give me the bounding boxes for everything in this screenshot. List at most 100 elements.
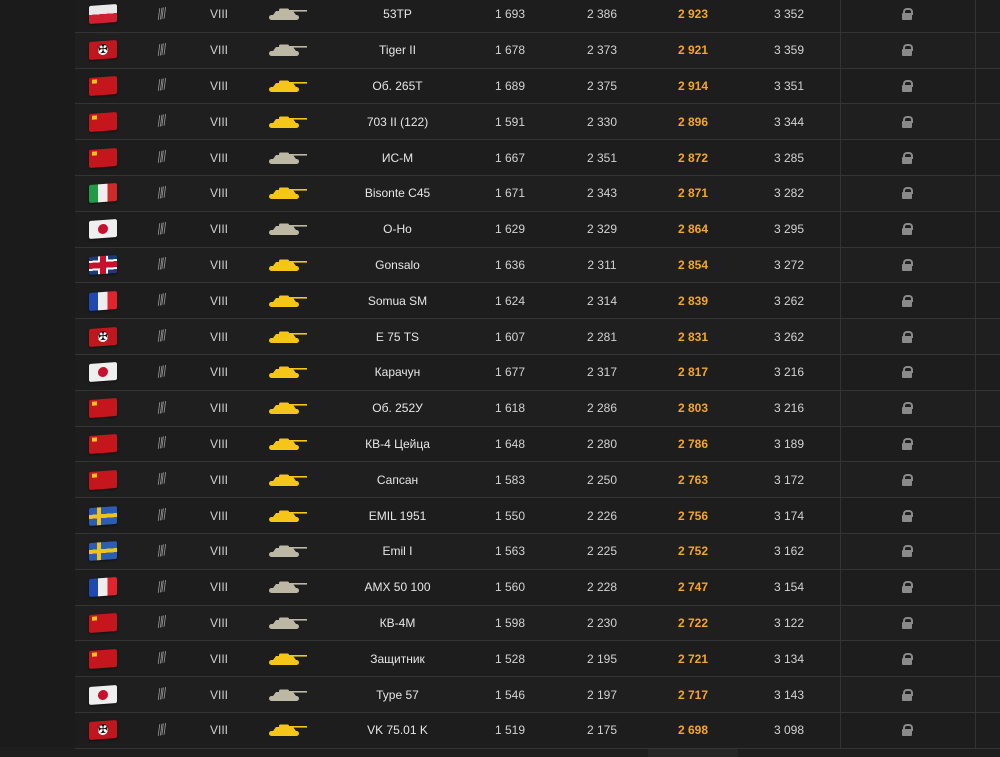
tank-silhouette-icon xyxy=(263,176,313,211)
lock-icon[interactable] xyxy=(902,437,913,450)
table-row[interactable]: ⫽⫽ VIII 703 II (122) 1 591 2 330 2 896 3 344 xyxy=(75,104,1000,141)
lock-cell[interactable] xyxy=(890,427,924,462)
lock-cell[interactable] xyxy=(890,104,924,139)
table-row[interactable]: ⫽⫽ VIII КВ-4 Цейца 1 648 2 280 2 786 3 189 xyxy=(75,426,1000,463)
table-row[interactable]: ⫽⫽ VIII O-Ho 1 629 2 329 2 864 3 295 xyxy=(75,211,1000,248)
table-row[interactable]: ⫽⫽ VIII Type 57 1 546 2 197 2 717 3 143 xyxy=(75,677,1000,713)
stat-value-3: 2 872 xyxy=(677,150,709,165)
table-row[interactable]: ⫽⫽ VIII AMX 50 100 1 560 2 228 2 747 3 154 xyxy=(75,569,1000,606)
stat-value-4: 3 216 xyxy=(773,401,805,416)
lock-cell[interactable] xyxy=(890,498,924,533)
lock-cell[interactable] xyxy=(890,0,924,32)
stat-value-4: 3 134 xyxy=(773,651,805,666)
table-row[interactable]: ⫽⫽ VIII 53TP 1 693 2 386 2 923 3 352 xyxy=(75,0,1000,33)
stat-value-1: 1 677 xyxy=(494,365,526,380)
tank-silhouette-icon xyxy=(263,713,313,748)
lock-cell[interactable] xyxy=(890,69,924,104)
vehicle-class-cell: ⫽⫽ xyxy=(147,69,175,104)
lock-icon[interactable] xyxy=(902,366,913,379)
table-row[interactable]: ⫽⫽ VIII Сапсан 1 583 2 250 2 763 3 172 xyxy=(75,462,1000,499)
lock-icon[interactable] xyxy=(902,330,913,343)
lock-cell[interactable] xyxy=(890,355,924,390)
lock-icon[interactable] xyxy=(902,616,913,629)
table-row[interactable]: ⫽⫽ VIII E 75 TS 1 607 2 281 2 831 3 262 xyxy=(75,319,1000,355)
stat-value-2: 2 250 xyxy=(586,472,618,487)
table-row[interactable]: ⫽⫽ VIII Bisonte C45 1 671 2 343 2 871 3 282 xyxy=(75,175,1000,212)
lock-icon[interactable] xyxy=(902,652,913,665)
stat-value-1: 1 563 xyxy=(494,544,526,559)
lock-icon[interactable] xyxy=(902,151,913,164)
lock-icon[interactable] xyxy=(902,44,913,57)
stat-value-1: 1 693 xyxy=(494,7,526,22)
lock-cell[interactable] xyxy=(890,319,924,354)
lock-icon[interactable] xyxy=(902,115,913,128)
lock-icon[interactable] xyxy=(902,79,913,92)
lock-icon[interactable] xyxy=(902,473,913,486)
lock-cell[interactable] xyxy=(890,391,924,426)
lock-cell[interactable] xyxy=(890,570,924,605)
lock-cell[interactable] xyxy=(890,606,924,641)
table-row[interactable]: ⫽⫽ VIII EMIL 1951 1 550 2 226 2 756 3 174 xyxy=(75,498,1000,534)
stat-value-4: 3 344 xyxy=(773,114,805,129)
column-divider xyxy=(840,712,841,748)
lock-icon[interactable] xyxy=(902,223,913,236)
table-row[interactable]: ⫽⫽ VIII Карачун 1 677 2 317 2 817 3 216 xyxy=(75,354,1000,391)
lock-icon[interactable] xyxy=(902,545,913,558)
lock-icon[interactable] xyxy=(902,688,913,701)
vehicle-table: ⫽⫽ VIII 53TP 1 693 2 386 2 923 3 352 ⫽⫽ VIII Tige… xyxy=(75,0,1000,757)
lock-icon[interactable] xyxy=(902,581,913,594)
table-row[interactable]: ⫽⫽ VIII ИС-М 1 667 2 351 2 872 3 285 xyxy=(75,140,1000,176)
lock-cell[interactable] xyxy=(890,176,924,211)
lock-icon[interactable] xyxy=(902,187,913,200)
lock-cell[interactable] xyxy=(890,283,924,318)
vehicle-name: Somua SM xyxy=(367,293,428,308)
table-row[interactable]: ⫽⫽ VIII Somua SM 1 624 2 314 2 839 3 262 xyxy=(75,283,1000,320)
table-row[interactable]: ⫽⫽ VIII Об. 265Т 1 689 2 375 2 914 3 351 xyxy=(75,68,1000,105)
column-divider xyxy=(840,677,841,712)
stat-value-2: 2 311 xyxy=(587,257,617,272)
table-row[interactable]: ⫽⫽ VIII Tiger II 1 678 2 373 2 921 3 359 xyxy=(75,32,1000,69)
tier-cell: VIII xyxy=(209,615,228,630)
stat-value-1: 1 648 xyxy=(494,436,526,451)
tier-cell: VIII xyxy=(209,436,228,451)
nation-flag-cell xyxy=(87,248,119,283)
lock-cell[interactable] xyxy=(890,641,924,676)
lock-cell[interactable] xyxy=(890,713,924,748)
table-row[interactable]: ⫽⫽ VIII КВ-4М 1 598 2 230 2 722 3 122 xyxy=(75,605,1000,642)
lock-cell[interactable] xyxy=(890,462,924,497)
lock-icon[interactable] xyxy=(902,294,913,307)
lock-icon[interactable] xyxy=(902,258,913,271)
column-divider xyxy=(840,140,841,175)
tank-silhouette-icon xyxy=(263,69,313,104)
lock-icon[interactable] xyxy=(902,724,913,737)
tank-silhouette-icon xyxy=(263,0,313,32)
lock-cell[interactable] xyxy=(890,677,924,712)
tank-silhouette-icon xyxy=(263,319,313,354)
stat-value-1: 1 624 xyxy=(494,293,526,308)
lock-icon[interactable] xyxy=(902,509,913,522)
stat-value-1: 1 550 xyxy=(494,508,526,523)
stat-value-2: 2 228 xyxy=(586,580,618,595)
lock-cell[interactable] xyxy=(890,212,924,247)
column-divider xyxy=(975,354,976,390)
tier-cell: VIII xyxy=(209,580,228,595)
lock-cell[interactable] xyxy=(890,534,924,569)
table-row[interactable]: ⫽⫽ VIII Об. 252У 1 618 2 286 2 803 3 216 xyxy=(75,390,1000,427)
nation-flag-cell xyxy=(87,641,119,676)
stat-value-2: 2 280 xyxy=(586,436,618,451)
table-row[interactable]: ⫽⫽ VIII Защитник 1 528 2 195 2 721 3 134 xyxy=(75,641,1000,678)
lock-cell[interactable] xyxy=(890,33,924,68)
table-row[interactable]: ⫽⫽ VIII VK 75.01 K 1 519 2 175 2 698 3 098 xyxy=(75,712,1000,749)
lock-cell[interactable] xyxy=(890,248,924,283)
lock-cell[interactable] xyxy=(890,140,924,175)
vehicle-class-cell: ⫽⫽ xyxy=(147,0,175,32)
lock-icon[interactable] xyxy=(902,8,913,21)
vehicle-name: Защитник xyxy=(370,651,425,666)
table-row[interactable]: ⫽⫽ VIII Emil I 1 563 2 225 2 752 3 162 xyxy=(75,533,1000,570)
heavy-tank-class-icon: ⫽⫽ xyxy=(155,399,167,418)
stat-value-4: 3 285 xyxy=(773,150,805,165)
vehicle-class-cell: ⫽⫽ xyxy=(147,355,175,390)
vehicle-name: 703 II (122) xyxy=(366,114,429,129)
lock-icon[interactable] xyxy=(902,402,913,415)
table-row[interactable]: ⫽⫽ VIII Gonsalo 1 636 2 311 2 854 3 272 xyxy=(75,247,1000,284)
